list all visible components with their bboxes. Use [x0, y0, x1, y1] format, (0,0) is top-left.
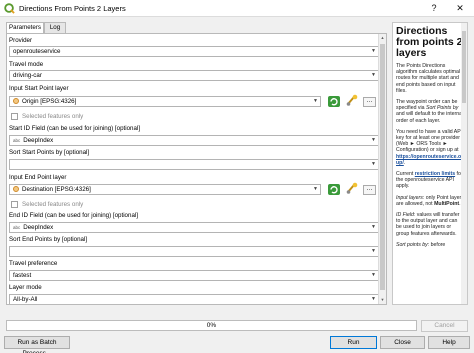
dropdown-arrow-icon: ▼ — [371, 161, 376, 167]
run-batch-button[interactable]: Run as Batch Process... — [4, 336, 70, 353]
dropdown-arrow-icon: ▼ — [371, 48, 376, 54]
end-id-select[interactable]: abc DeepIndex ▼ — [9, 222, 379, 233]
end-selected-checkbox[interactable] — [11, 201, 18, 208]
dropdown-arrow-icon: ▼ — [313, 98, 318, 104]
tab-log[interactable]: Log — [44, 22, 66, 33]
title-bar: Directions From Points 2 Layers ? ✕ — [0, 0, 474, 17]
help-text: You need to have a valid API key for at … — [396, 128, 463, 154]
start-layer-label: Input Start Point layer — [9, 85, 69, 92]
travel-mode-value: driving-car — [13, 72, 42, 79]
travel-preference-select[interactable]: fastest ▼ — [9, 270, 379, 281]
point-layer-icon — [13, 186, 19, 192]
help-emphasis: Input layers — [396, 194, 423, 201]
run-button[interactable]: Run — [330, 336, 377, 349]
close-button[interactable]: Close — [380, 336, 425, 349]
help-bold: MultiPoint — [434, 200, 460, 207]
qgis-logo-icon — [4, 3, 15, 14]
start-layer-browse-button[interactable]: … — [363, 97, 376, 107]
travel-preference-label: Travel preference — [9, 260, 58, 267]
parameters-scrollbar[interactable]: ▲ ▼ — [378, 34, 386, 304]
help-paragraph: The Points Directions algorithm calculat… — [396, 63, 461, 94]
digitize-tool-icon[interactable] — [345, 182, 359, 195]
start-layer-select[interactable]: Origin [EPSG:4326] ▼ — [9, 96, 321, 107]
help-paragraph: The waypoint order can be specified via … — [396, 99, 464, 124]
dropdown-arrow-icon: ▼ — [313, 186, 318, 192]
travel-mode-label: Travel mode — [9, 61, 44, 68]
help-text: . — [403, 159, 406, 166]
start-selected-label: Selected features only — [22, 113, 84, 120]
dropdown-arrow-icon: ▼ — [371, 272, 376, 278]
travel-preference-value: fastest — [13, 272, 32, 279]
help-title: Directions from points 2 layers — [396, 25, 463, 59]
iterate-icon[interactable] — [327, 95, 341, 108]
dropdown-arrow-icon: ▼ — [371, 137, 376, 143]
window-title: Directions From Points 2 Layers — [19, 4, 126, 13]
help-paragraph: Current restriction limits for the openr… — [396, 171, 464, 190]
help-scrollbar-thumb[interactable] — [462, 31, 466, 103]
dropdown-arrow-icon: ▼ — [371, 248, 376, 254]
digitize-tool-icon[interactable] — [345, 94, 359, 107]
start-selected-checkbox[interactable] — [11, 113, 18, 120]
sort-start-label: Sort Start Points by [optional] — [9, 149, 90, 156]
dropdown-arrow-icon: ▼ — [371, 224, 376, 230]
window-help-button[interactable]: ? — [422, 0, 446, 17]
sort-end-select[interactable]: ▼ — [9, 246, 379, 257]
sort-start-select[interactable]: ▼ — [9, 159, 379, 170]
scroll-down-arrow-icon[interactable]: ▼ — [379, 296, 386, 304]
progress-bar: 0% — [6, 320, 417, 331]
signup-link[interactable]: https://openrouteservice.org/sign-up/ — [396, 154, 467, 166]
start-id-label: Start ID Field (can be used for joining)… — [9, 125, 141, 132]
help-paragraph: Input layers: only Point layers are allo… — [396, 195, 464, 207]
end-layer-select[interactable]: Destination [EPSG:4326] ▼ — [9, 184, 321, 195]
end-layer-value: Destination [EPSG:4326] — [22, 186, 91, 193]
start-id-value: DeepIndex — [23, 137, 54, 144]
layer-mode-value: All-by-All — [13, 296, 38, 303]
end-id-value: DeepIndex — [23, 224, 54, 231]
end-id-label: End ID Field (can be used for joining) [… — [9, 212, 138, 219]
string-field-icon: abc — [13, 138, 21, 143]
end-layer-label: Input End Point layer — [9, 174, 67, 181]
help-panel: Directions from points 2 layers The Poin… — [392, 22, 468, 305]
help-paragraph: Sort points by: before — [396, 242, 464, 248]
end-selected-label: Selected features only — [22, 201, 84, 208]
layer-mode-select[interactable]: All-by-All ▼ — [9, 294, 379, 304]
help-button[interactable]: Help — [428, 336, 470, 349]
restriction-limits-link[interactable]: restriction limits — [415, 171, 455, 177]
help-text: Current — [396, 171, 415, 178]
help-emphasis: ID Field — [396, 212, 414, 219]
string-field-icon: abc — [13, 225, 21, 230]
help-paragraph: ID Field: values will transfer to the ou… — [396, 212, 464, 237]
provider-select[interactable]: openrouteservice ▼ — [9, 46, 379, 57]
provider-value: openrouteservice — [13, 48, 61, 55]
layer-mode-label: Layer mode — [9, 284, 42, 291]
scroll-up-arrow-icon[interactable]: ▲ — [379, 34, 386, 42]
cancel-button[interactable]: Cancel — [421, 320, 468, 332]
sort-end-label: Sort End Points by [optional] — [9, 236, 88, 243]
help-emphasis: Sort Points by — [426, 105, 459, 112]
travel-mode-select[interactable]: driving-car ▼ — [9, 70, 379, 81]
start-id-select[interactable]: abc DeepIndex ▼ — [9, 135, 379, 146]
start-layer-value: Origin [EPSG:4326] — [22, 98, 77, 105]
dropdown-arrow-icon: ▼ — [371, 296, 376, 302]
dropdown-arrow-icon: ▼ — [371, 72, 376, 78]
provider-label: Provider — [9, 37, 33, 44]
point-layer-icon — [13, 98, 19, 104]
help-emphasis: Sort points by — [396, 241, 428, 248]
scrollbar-thumb[interactable] — [380, 44, 385, 290]
help-text: : before — [427, 241, 446, 248]
iterate-icon[interactable] — [327, 183, 341, 196]
parameters-panel: Provider openrouteservice ▼ Travel mode … — [6, 33, 387, 305]
help-scrollbar[interactable] — [461, 23, 467, 304]
window-close-button[interactable]: ✕ — [448, 0, 472, 17]
help-text: and will default to the internal order o… — [396, 111, 464, 124]
help-paragraph: You need to have a valid API key for at … — [396, 128, 467, 166]
end-layer-browse-button[interactable]: … — [363, 185, 376, 195]
